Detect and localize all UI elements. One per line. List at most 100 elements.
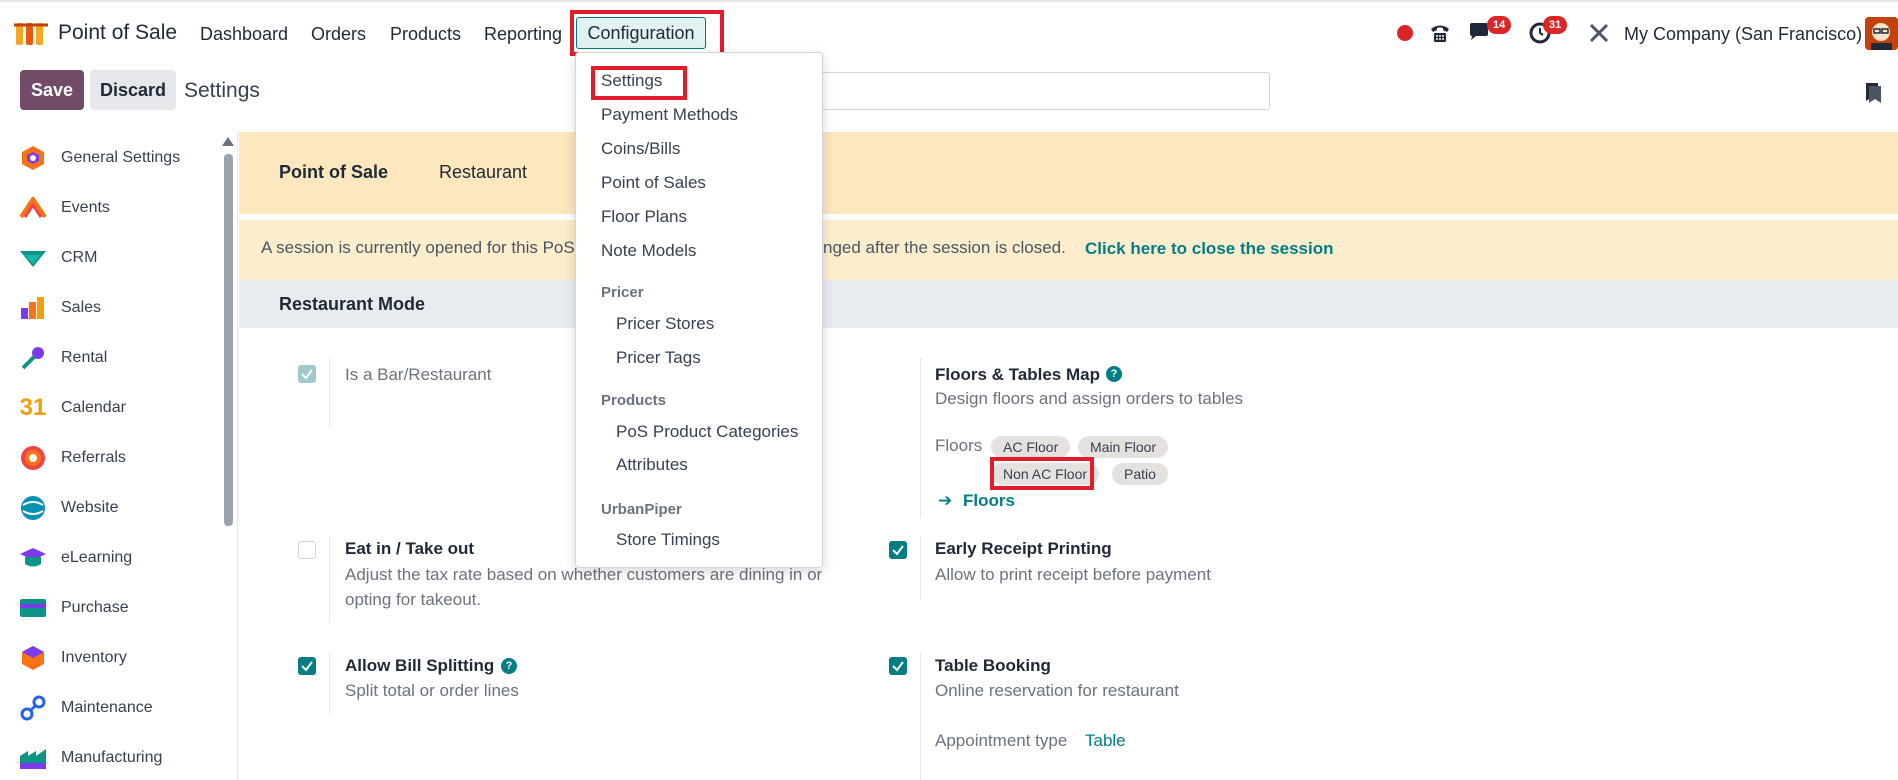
floors-label: Floors <box>935 436 983 455</box>
save-button[interactable]: Save <box>20 70 84 110</box>
dropdown-group-header-urbanpiper: UrbanPiper <box>601 501 682 518</box>
sidebar-item-label: Sales <box>61 299 102 316</box>
menu-reporting[interactable]: Reporting <box>484 24 562 45</box>
pos-app-icon[interactable] <box>14 21 48 47</box>
dropdown-item-pos-product-categories[interactable]: PoS Product Categories <box>616 422 798 442</box>
sidebar-item-general-settings[interactable]: General Settings <box>18 143 180 173</box>
bookmark-icon[interactable] <box>1864 82 1882 104</box>
inventory-icon <box>18 645 48 671</box>
page-title: Settings <box>184 79 260 102</box>
general-settings-icon <box>18 145 48 171</box>
bill-splitting-checkbox[interactable] <box>298 657 316 675</box>
setting-divider <box>920 536 921 600</box>
app-name[interactable]: Point of Sale <box>58 21 177 45</box>
dropdown-group-header-pricer: Pricer <box>601 284 644 301</box>
maintenance-icon <box>18 695 48 721</box>
table-booking-title: Table Booking <box>935 656 1051 675</box>
dropdown-item-floor-plans[interactable]: Floor Plans <box>601 207 687 227</box>
sidebar-item-label: Inventory <box>61 649 127 666</box>
highlight-box-configuration <box>570 10 724 56</box>
floors-map-desc: Design floors and assign orders to table… <box>935 389 1244 408</box>
sidebar-item-label: Website <box>61 499 119 516</box>
settings-main: Point of Sale Restaurant A session is cu… <box>239 132 1898 780</box>
search-input[interactable] <box>790 72 1270 110</box>
user-avatar[interactable] <box>1865 17 1898 50</box>
sidebar-item-rental[interactable]: Rental <box>18 343 107 373</box>
dropdown-item-note-models[interactable]: Note Models <box>601 241 696 261</box>
highlight-box-non-ac-floor <box>990 457 1094 490</box>
appointment-type-label: Appointment type <box>935 731 1068 750</box>
referrals-icon <box>18 445 48 471</box>
recording-dot-icon[interactable] <box>1397 25 1413 41</box>
menu-dashboard[interactable]: Dashboard <box>200 24 288 45</box>
sidebar-scrollbar[interactable] <box>224 154 233 526</box>
early-receipt-title: Early Receipt Printing <box>935 539 1112 558</box>
dropdown-group-header-products: Products <box>601 392 667 409</box>
dropdown-item-point-of-sales[interactable]: Point of Sales <box>601 173 706 193</box>
sidebar-item-maintenance[interactable]: Maintenance <box>18 693 153 723</box>
sidebar-item-website[interactable]: Website <box>18 493 119 523</box>
table-booking-checkbox[interactable] <box>889 657 907 675</box>
sidebar-item-crm[interactable]: CRM <box>18 243 97 273</box>
sidebar-item-elearning[interactable]: eLearning <box>18 543 132 573</box>
help-question-icon[interactable]: ? <box>501 658 517 674</box>
sidebar-item-label: Manufacturing <box>61 749 163 766</box>
purchase-icon <box>18 595 48 621</box>
elearning-icon <box>18 545 48 571</box>
manufacturing-icon <box>18 745 48 771</box>
eat-in-checkbox[interactable] <box>298 541 316 559</box>
dropdown-item-coins-bills[interactable]: Coins/Bills <box>601 139 680 159</box>
sidebar-item-sales[interactable]: Sales <box>18 293 101 323</box>
tab-restaurant[interactable]: Restaurant <box>439 162 527 183</box>
table-booking-desc: Online reservation for restaurant <box>935 681 1179 700</box>
activities-badge: 31 <box>1543 16 1568 34</box>
sidebar-item-label: Maintenance <box>61 699 153 716</box>
sidebar-item-manufacturing[interactable]: Manufacturing <box>18 743 162 773</box>
early-receipt-checkbox[interactable] <box>889 541 907 559</box>
early-receipt-desc: Allow to print receipt before payment <box>935 565 1211 584</box>
dropdown-item-payment-methods[interactable]: Payment Methods <box>601 105 738 125</box>
sidebar-item-label: Rental <box>61 349 108 366</box>
sidebar-item-inventory[interactable]: Inventory <box>18 643 127 673</box>
phone-icon[interactable] <box>1428 21 1452 50</box>
bar-restaurant-label: Is a Bar/Restaurant <box>345 365 492 384</box>
sidebar-item-label: Events <box>61 199 110 216</box>
debug-tools-icon[interactable] <box>1588 22 1610 49</box>
setting-divider <box>329 536 330 622</box>
sidebar-item-label: eLearning <box>61 549 133 566</box>
scroll-up-arrow-icon[interactable] <box>222 137 234 146</box>
sidebar-item-calendar[interactable]: 31 Calendar <box>18 393 126 423</box>
setting-divider <box>920 358 921 518</box>
floor-tag-ac-floor[interactable]: AC Floor <box>991 436 1071 458</box>
section-title: Restaurant Mode <box>279 294 426 314</box>
tab-point-of-sale[interactable]: Point of Sale <box>279 162 388 183</box>
sidebar-item-purchase[interactable]: Purchase <box>18 593 129 623</box>
sidebar-item-events[interactable]: Events <box>18 193 110 223</box>
menu-products[interactable]: Products <box>390 24 461 45</box>
arrow-right-icon: ➔ <box>938 491 953 510</box>
alert-text-end: nged after the session is closed. <box>823 238 1066 257</box>
website-icon <box>18 495 48 521</box>
floors-link[interactable]: Floors <box>963 491 1015 511</box>
dropdown-item-pricer-stores[interactable]: Pricer Stores <box>616 314 714 334</box>
highlight-box-settings <box>591 66 687 100</box>
menu-orders[interactable]: Orders <box>311 24 366 45</box>
company-switcher[interactable]: My Company (San Francisco) <box>1624 24 1862 45</box>
help-question-icon[interactable]: ? <box>1106 366 1122 382</box>
sidebar-item-label: Purchase <box>61 599 129 616</box>
app-tabs-bar: Point of Sale Restaurant <box>239 132 1898 214</box>
appointment-type-value[interactable]: Table <box>1085 731 1126 751</box>
sidebar-item-referrals[interactable]: Referrals <box>18 443 126 473</box>
sales-icon <box>18 295 48 321</box>
events-icon <box>18 195 48 221</box>
floor-tag-patio[interactable]: Patio <box>1112 463 1168 485</box>
dropdown-item-pricer-tags[interactable]: Pricer Tags <box>616 348 701 368</box>
dropdown-item-attributes[interactable]: Attributes <box>616 455 688 475</box>
messages-badge: 14 <box>1487 16 1512 34</box>
discard-button[interactable]: Discard <box>90 70 176 110</box>
close-session-link[interactable]: Click here to close the session <box>1085 239 1333 259</box>
floor-tag-main-floor[interactable]: Main Floor <box>1078 436 1169 458</box>
dropdown-item-store-timings[interactable]: Store Timings <box>616 530 720 550</box>
bar-restaurant-checkbox[interactable] <box>298 365 316 383</box>
sidebar-item-label: Referrals <box>61 449 126 466</box>
